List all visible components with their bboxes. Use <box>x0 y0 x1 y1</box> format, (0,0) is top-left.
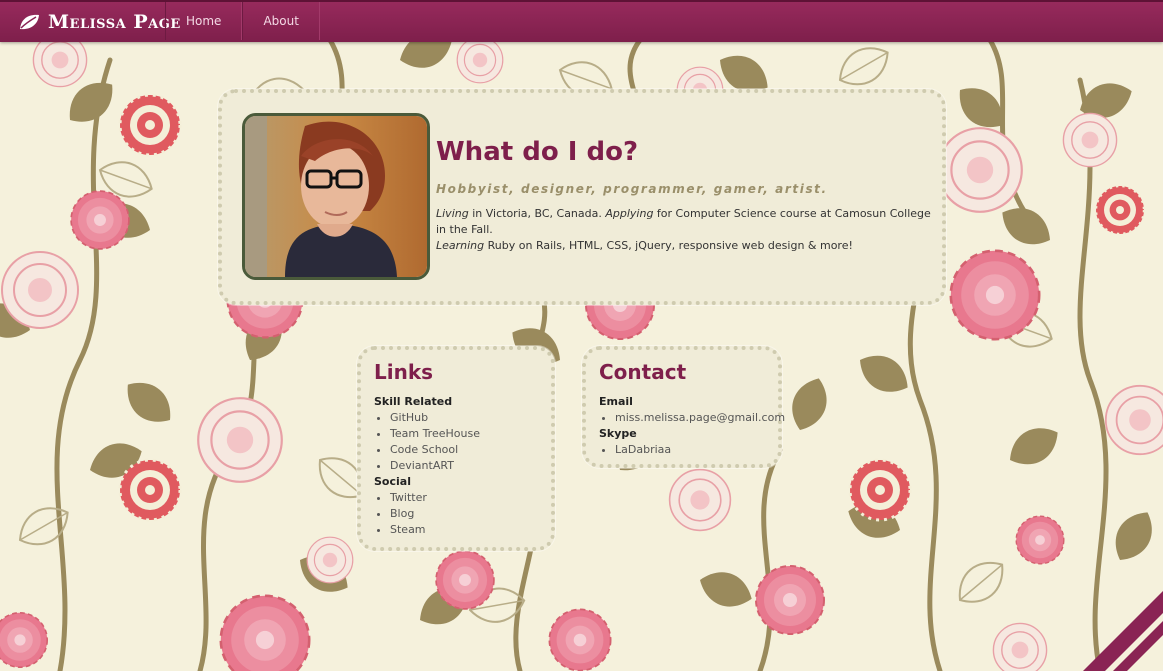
leaf-icon <box>20 14 39 30</box>
list-item: Steam <box>390 522 480 538</box>
list-item: GitHub <box>390 410 480 426</box>
social-links: Twitter Blog Steam <box>374 490 480 538</box>
links-list: Skill Related GitHub Team TreeHouse Code… <box>374 394 480 538</box>
link-github[interactable]: GitHub <box>390 411 428 424</box>
bio-text: Living in Victoria, BC, Canada. Applying… <box>436 206 936 254</box>
skype-handle: LaDabriaa <box>615 443 672 456</box>
profile-photo <box>242 113 430 280</box>
skill-links: GitHub Team TreeHouse Code School Devian… <box>374 410 480 474</box>
brand-link[interactable]: Melissa Page <box>18 9 181 35</box>
link-code-school[interactable]: Code School <box>390 443 458 456</box>
tagline: Hobbyist, designer, programmer, gamer, a… <box>436 182 828 196</box>
section-title: What do I do? <box>436 137 639 167</box>
bio-em-applying: Applying <box>605 207 654 220</box>
link-blog[interactable]: Blog <box>390 507 414 520</box>
skype-list: LaDabriaa <box>599 442 785 458</box>
bio-text-learning: Ruby on Rails, HTML, CSS, jQuery, respon… <box>484 239 853 252</box>
list-item: Twitter <box>390 490 480 506</box>
link-twitter[interactable]: Twitter <box>390 491 427 504</box>
group-label: Skype <box>599 427 637 440</box>
contact-title: Contact <box>599 360 687 384</box>
list-item: Team TreeHouse <box>390 426 480 442</box>
brand-name: Melissa Page <box>48 11 181 33</box>
link-team-treehouse[interactable]: Team TreeHouse <box>390 427 480 440</box>
contact-list: Email miss.melissa.page@gmail.com Skype … <box>599 394 785 458</box>
bio-em-learning: Learning <box>436 239 485 252</box>
nav-menu: Home About <box>165 2 320 40</box>
nav-link-about[interactable]: About <box>242 2 320 40</box>
link-steam[interactable]: Steam <box>390 523 426 536</box>
bio-em-living: Living <box>436 207 469 220</box>
link-deviantart[interactable]: DeviantART <box>390 459 454 472</box>
list-item: LaDabriaa <box>615 442 785 458</box>
list-item: DeviantART <box>390 458 480 474</box>
about-card: What do I do? Hobbyist, designer, progra… <box>218 89 946 305</box>
corner-ribbon <box>1083 591 1163 671</box>
email-list: miss.melissa.page@gmail.com <box>599 410 785 426</box>
group-label: Email <box>599 395 633 408</box>
contact-card: Contact Email miss.melissa.page@gmail.co… <box>582 346 785 468</box>
email-address[interactable]: miss.melissa.page@gmail.com <box>615 411 785 424</box>
group-label: Social <box>374 475 411 488</box>
nav-link-home[interactable]: Home <box>165 2 243 40</box>
bio-text-living: in Victoria, BC, Canada. <box>468 207 606 220</box>
links-title: Links <box>374 360 434 384</box>
links-card: Links Skill Related GitHub Team TreeHous… <box>357 346 555 551</box>
top-navbar: Melissa Page Home About <box>0 0 1163 42</box>
list-item: Blog <box>390 506 480 522</box>
list-item: Code School <box>390 442 480 458</box>
list-item: miss.melissa.page@gmail.com <box>615 410 785 426</box>
group-label: Skill Related <box>374 395 453 408</box>
